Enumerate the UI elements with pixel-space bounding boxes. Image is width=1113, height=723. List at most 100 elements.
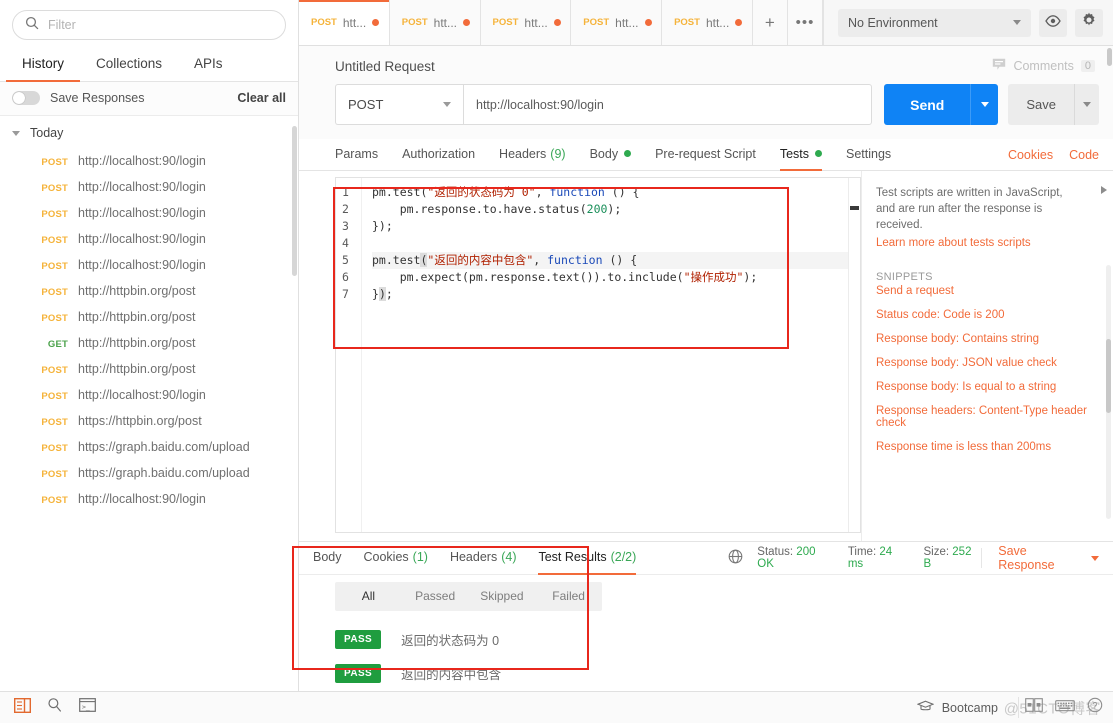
new-tab-button[interactable]: +	[752, 0, 788, 45]
history-item[interactable]: POST http://localhost:90/login	[0, 486, 298, 512]
save-request-button[interactable]: Save	[1008, 84, 1074, 125]
response-tab-cookies[interactable]: Cookies (1)	[364, 542, 428, 575]
filter-tab-failed[interactable]: Failed	[535, 582, 602, 611]
history-item-method: POST	[41, 391, 68, 402]
history-item[interactable]: POST http://localhost:90/login	[0, 148, 298, 174]
learn-more-link[interactable]: Learn more about tests scripts	[876, 237, 1099, 249]
history-item[interactable]: POST http://localhost:90/login	[0, 174, 298, 200]
collapse-panel-icon[interactable]	[1101, 186, 1107, 194]
tab-params[interactable]: Params	[335, 139, 378, 171]
editor-area: 1 2 3 4 5 6 7 pm.test("返回的状态码为 0", function ()…	[299, 171, 1113, 541]
save-responses-toggle[interactable]	[12, 91, 40, 105]
code-token: );	[607, 202, 622, 216]
code-line[interactable]	[372, 235, 848, 252]
unsaved-indicator-dot[interactable]	[462, 19, 470, 26]
history-item[interactable]: POST http://httpbin.org/post	[0, 304, 298, 330]
filter-tab-skipped[interactable]: Skipped	[469, 582, 536, 611]
sidebar-tab-collections[interactable]: Collections	[80, 48, 178, 82]
response-tab-test-results[interactable]: Test Results (2/2)	[538, 542, 637, 575]
tab-tests[interactable]: Tests	[779, 139, 822, 171]
history-item[interactable]: GET http://httpbin.org/post	[0, 330, 298, 356]
request-tab[interactable]: POST htt...	[299, 0, 390, 45]
request-tab[interactable]: POST htt...	[389, 0, 481, 45]
unsaved-indicator-dot[interactable]	[735, 19, 743, 26]
editor-scrollbar[interactable]	[848, 178, 860, 532]
history-item-url: http://localhost:90/login	[78, 154, 206, 168]
filter-tab-passed[interactable]: Passed	[402, 582, 469, 611]
save-response-button[interactable]: Save Response	[981, 544, 1099, 572]
history-item[interactable]: POST http://localhost:90/login	[0, 382, 298, 408]
history-item[interactable]: POST http://httpbin.org/post	[0, 278, 298, 304]
request-tab[interactable]: POST htt...	[571, 0, 663, 45]
history-item[interactable]: POST https://httpbin.org/post	[0, 408, 298, 434]
save-options-button[interactable]	[1074, 84, 1099, 125]
snippets-scrollbar[interactable]	[1106, 265, 1111, 519]
unsaved-indicator-dot[interactable]	[372, 19, 380, 26]
response-tab-headers[interactable]: Headers (4)	[450, 542, 517, 575]
method-select[interactable]: POST	[335, 84, 463, 125]
send-button[interactable]: Send	[884, 84, 971, 125]
unsaved-indicator-dot[interactable]	[644, 19, 652, 26]
history-item[interactable]: POST http://localhost:90/login	[0, 226, 298, 252]
cookies-link[interactable]: Cookies	[1008, 148, 1053, 162]
code-line[interactable]: });	[372, 218, 848, 235]
sidebar-tab-apis[interactable]: APIs	[178, 48, 239, 82]
sidebar-toggle-icon[interactable]	[13, 697, 32, 718]
snippet-item[interactable]: Send a request	[876, 285, 1099, 297]
code-link[interactable]: Code	[1069, 148, 1099, 162]
history-item[interactable]: POST http://localhost:90/login	[0, 252, 298, 278]
comments-button[interactable]: Comments 0	[992, 58, 1101, 74]
search-box[interactable]	[12, 10, 286, 40]
settings-button[interactable]	[1075, 8, 1103, 37]
page-title[interactable]: Untitled Request	[335, 59, 435, 74]
editor-code[interactable]: pm.test("返回的状态码为 0", function () { pm.re…	[362, 178, 848, 532]
snippet-item[interactable]: Response time is less than 200ms	[876, 441, 1099, 453]
sidebar-scrollbar[interactable]	[292, 126, 297, 681]
environment-quick-look-button[interactable]	[1039, 8, 1067, 37]
tab-pre-request-script[interactable]: Pre-request Script	[655, 139, 756, 171]
code-line[interactable]: pm.test("返回的内容中包含", function () {	[372, 252, 848, 269]
tab-authorization[interactable]: Authorization	[402, 139, 475, 171]
send-options-button[interactable]	[970, 84, 999, 125]
history-group-label: Today	[30, 126, 64, 140]
two-pane-icon[interactable]	[1025, 698, 1043, 717]
main-scrollbar-thumb[interactable]	[1107, 48, 1112, 66]
snippet-item[interactable]: Response body: Contains string	[876, 333, 1099, 345]
code-line[interactable]: pm.test("返回的状态码为 0", function () {	[372, 184, 848, 201]
history-item[interactable]: POST http://httpbin.org/post	[0, 356, 298, 382]
code-line[interactable]: });	[372, 286, 848, 303]
clear-all-button[interactable]: Clear all	[237, 91, 286, 105]
tab-settings[interactable]: Settings	[846, 139, 891, 171]
request-tab[interactable]: POST htt...	[480, 0, 572, 45]
response-tab-body[interactable]: Body	[313, 542, 342, 575]
bootcamp-button[interactable]: Bootcamp	[916, 700, 998, 715]
filter-tab-all[interactable]: All	[335, 582, 402, 611]
history-item[interactable]: POST https://graph.baidu.com/upload	[0, 460, 298, 486]
tab-headers[interactable]: Headers (9)	[499, 139, 566, 171]
code-line[interactable]: pm.response.to.have.status(200);	[372, 201, 848, 218]
console-icon[interactable]: >_	[79, 698, 96, 717]
history-item[interactable]: POST https://graph.baidu.com/upload	[0, 434, 298, 460]
history-list[interactable]: Today POST http://localhost:90/login POST h…	[0, 116, 298, 691]
search-input[interactable]	[48, 18, 273, 32]
snippet-item[interactable]: Response body: JSON value check	[876, 357, 1099, 369]
tests-script-editor[interactable]: 1 2 3 4 5 6 7 pm.test("返回的状态码为 0", function ()…	[335, 177, 861, 533]
unsaved-indicator-dot[interactable]	[553, 19, 561, 26]
request-tab[interactable]: POST htt...	[662, 0, 753, 45]
snippet-item[interactable]: Response body: Is equal to a string	[876, 381, 1099, 393]
url-input[interactable]	[476, 97, 860, 112]
history-group-today[interactable]: Today	[0, 116, 298, 148]
keyboard-icon[interactable]	[1055, 699, 1075, 717]
environment-select[interactable]: No Environment	[838, 8, 1031, 37]
history-item[interactable]: POST http://localhost:90/login	[0, 200, 298, 226]
history-item-method: POST	[41, 469, 68, 480]
sidebar-tab-history[interactable]: History	[6, 48, 81, 82]
tab-count: (1)	[412, 550, 428, 564]
tab-body[interactable]: Body	[590, 139, 632, 171]
snippet-item[interactable]: Response headers: Content-Type header ch…	[876, 405, 1099, 429]
code-line[interactable]: pm.expect(pm.response.text()).to.include…	[372, 269, 848, 286]
snippet-item[interactable]: Status code: Code is 200	[876, 309, 1099, 321]
help-icon[interactable]: ?	[1087, 697, 1103, 718]
more-tabs-button[interactable]: •••	[787, 0, 823, 45]
find-icon[interactable]	[47, 697, 63, 718]
